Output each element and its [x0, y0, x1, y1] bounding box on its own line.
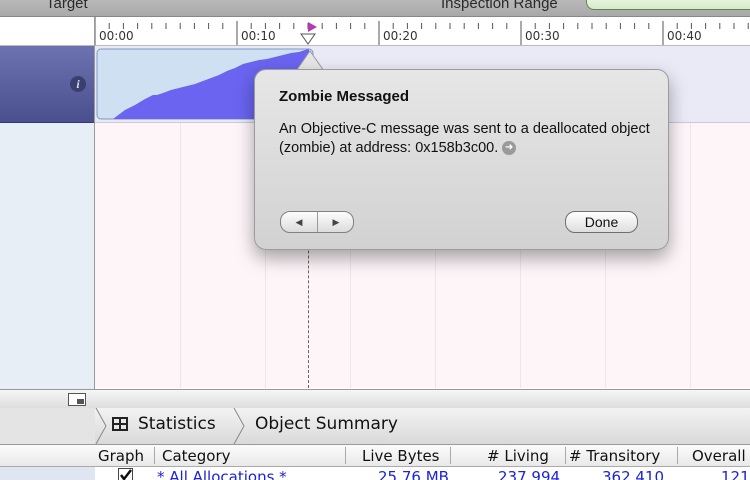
popover-message-text: An Objective-C message was sent to a dea…: [279, 121, 650, 156]
breadcrumb-separator: [233, 408, 245, 444]
inspection-range-control[interactable]: [586, 0, 750, 10]
split-view-bar: [0, 389, 750, 409]
column-separator[interactable]: [565, 447, 566, 464]
table-row[interactable]: * All Allocations * 25.76 MB 237,994 362…: [95, 467, 750, 480]
column-header-overall[interactable]: Overall: [692, 447, 746, 465]
grid-line: [180, 123, 181, 388]
row-gutter: [0, 467, 95, 480]
time-ruler[interactable]: 00:00 00:10 00:20 00:30 00:40: [95, 17, 750, 46]
living-cell: 237,994: [498, 468, 561, 480]
detail-arrow-icon[interactable]: ➜: [502, 141, 517, 156]
zombie-popover: Zombie Messaged An Objective-C message w…: [254, 69, 669, 250]
inspection-range-label: Inspection Range: [441, 0, 558, 12]
next-button[interactable]: ▶: [318, 212, 353, 232]
layout-toggle-icon[interactable]: [68, 393, 86, 406]
right-triangle-icon: ▶: [332, 217, 340, 227]
ruler-tick-label: 00:10: [241, 29, 276, 43]
ruler-tick-label: 00:40: [667, 29, 702, 43]
table-header: Graph Category Live Bytes # Living # Tra…: [0, 445, 750, 467]
ruler-tick-label: 00:20: [383, 29, 418, 43]
breadcrumb-separator: [95, 408, 107, 444]
toolbar: Target Inspection Range: [0, 0, 750, 17]
graph-checkbox[interactable]: [118, 468, 133, 480]
transitory-cell: 362,410: [602, 468, 665, 480]
column-header-category[interactable]: Category: [162, 447, 231, 465]
live-bytes-cell: 25.76 MB: [378, 468, 449, 480]
category-cell: * All Allocations *: [157, 468, 287, 480]
allocations-track-header[interactable]: i: [0, 46, 94, 123]
popover-message: An Objective-C message was sent to a dea…: [279, 120, 659, 158]
target-label: Target: [46, 0, 88, 12]
column-separator[interactable]: [345, 447, 346, 464]
done-button[interactable]: Done: [565, 211, 638, 233]
column-separator[interactable]: [450, 447, 451, 464]
ruler-ticks: [95, 17, 749, 45]
grid-line: [690, 123, 691, 388]
column-separator[interactable]: [154, 447, 155, 464]
playhead-icon[interactable]: [300, 22, 318, 46]
left-triangle-icon: ◀: [295, 217, 303, 227]
previous-button[interactable]: ◀: [281, 212, 317, 232]
column-header-transitory[interactable]: # Transitory: [569, 447, 660, 465]
popover-title: Zombie Messaged: [279, 88, 410, 105]
breadcrumb-statistics[interactable]: Statistics: [138, 414, 216, 434]
breadcrumb: Statistics Object Summary: [0, 408, 750, 445]
column-header-live-bytes[interactable]: Live Bytes: [362, 447, 440, 465]
column-header-living[interactable]: # Living: [487, 447, 549, 465]
popover-navigation: ◀ ▶: [280, 211, 354, 233]
ruler-tick-label: 00:00: [99, 29, 134, 43]
breadcrumb-object-summary[interactable]: Object Summary: [255, 414, 398, 434]
overall-cell: 121: [721, 468, 750, 480]
checkmark-icon: [120, 469, 132, 480]
statistics-icon: [112, 417, 128, 431]
ruler-gutter: [0, 17, 94, 46]
column-separator[interactable]: [677, 447, 678, 464]
ruler-tick-label: 00:30: [525, 29, 560, 43]
nav-gutter: [0, 408, 95, 444]
column-header-graph[interactable]: Graph: [98, 447, 144, 465]
info-icon[interactable]: i: [70, 76, 86, 92]
